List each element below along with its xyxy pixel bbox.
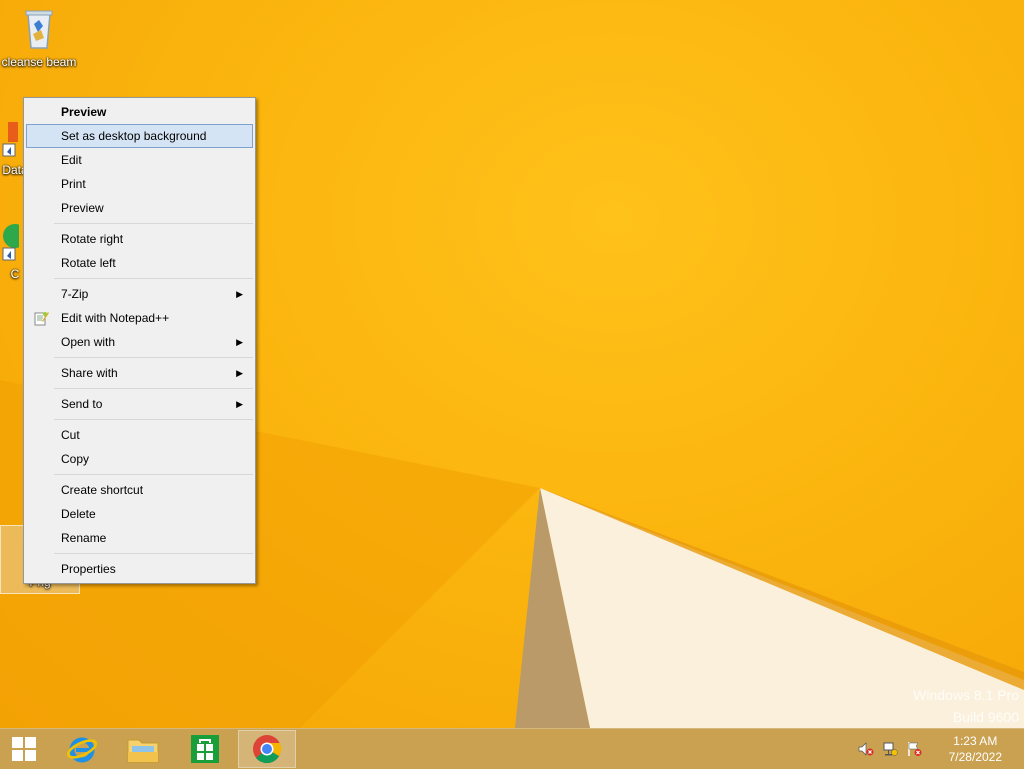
menu-item-send-to[interactable]: Send to ▶ — [26, 392, 253, 416]
submenu-arrow-icon: ▶ — [236, 399, 243, 409]
internet-explorer-icon — [66, 737, 98, 763]
system-tray: 1:23 AM 7/28/2022 — [854, 729, 1024, 769]
menu-item-label: Rotate left — [61, 256, 116, 270]
menu-item-label: Edit — [61, 153, 82, 167]
menu-separator — [54, 388, 253, 389]
submenu-arrow-icon: ▶ — [236, 368, 243, 378]
menu-item-properties[interactable]: Properties — [26, 557, 253, 581]
menu-item-label: Rename — [61, 531, 107, 545]
menu-item-label: Send to — [61, 397, 103, 411]
context-menu: Preview Set as desktop background Edit P… — [23, 97, 256, 584]
notepad-plus-plus-icon — [34, 312, 49, 326]
menu-separator — [54, 553, 253, 554]
menu-item-open-with[interactable]: Open with ▶ — [26, 330, 253, 354]
menu-separator — [54, 278, 253, 279]
menu-item-label: 7-Zip — [61, 287, 89, 301]
file-icon — [2, 122, 18, 157]
menu-item-rotate-right[interactable]: Rotate right — [26, 227, 253, 251]
menu-item-7zip[interactable]: 7-Zip ▶ — [26, 282, 253, 306]
menu-item-share-with[interactable]: Share with ▶ — [26, 361, 253, 385]
menu-item-rotate-left[interactable]: Rotate left — [26, 251, 253, 275]
start-button[interactable] — [0, 730, 48, 768]
submenu-arrow-icon: ▶ — [236, 289, 243, 299]
store-icon — [191, 735, 219, 763]
file-explorer-icon — [127, 739, 159, 763]
menu-item-copy[interactable]: Copy — [26, 447, 253, 471]
menu-item-preview-default[interactable]: Preview — [26, 100, 253, 124]
menu-item-create-shortcut[interactable]: Create shortcut — [26, 478, 253, 502]
taskbar-chrome[interactable] — [238, 730, 296, 768]
menu-separator — [54, 223, 253, 224]
watermark-build: Build 9600 — [952, 709, 1019, 725]
menu-item-label: Preview — [61, 105, 107, 119]
menu-item-label: Properties — [61, 562, 116, 576]
menu-item-label: Edit with Notepad++ — [61, 311, 170, 325]
menu-item-label: Copy — [61, 452, 90, 466]
menu-item-edit-with-notepad-plus-plus[interactable]: Edit with Notepad++ — [26, 306, 253, 330]
windows-watermark: Windows 8.1 Pro Build 9600 — [913, 684, 1019, 728]
taskbar: 1:23 AM 7/28/2022 — [0, 728, 1024, 769]
taskbar-store[interactable] — [177, 730, 233, 768]
menu-item-label: Preview — [61, 201, 104, 215]
taskbar-file-explorer[interactable] — [115, 730, 171, 768]
menu-item-label: Rotate right — [61, 232, 124, 246]
menu-item-preview[interactable]: Preview — [26, 196, 253, 220]
desktop-icon-recycle-bin[interactable]: cleanse beam — [0, 6, 78, 69]
submenu-arrow-icon: ▶ — [236, 337, 243, 347]
chrome-icon — [253, 735, 282, 764]
menu-item-label: Set as desktop background — [61, 129, 207, 143]
menu-item-rename[interactable]: Rename — [26, 526, 253, 550]
menu-item-label: Print — [61, 177, 86, 191]
clock-date: 7/28/2022 — [948, 750, 1002, 764]
menu-separator — [54, 474, 253, 475]
menu-item-label: Share with — [61, 366, 118, 380]
desktop-icon-label: cleanse beam — [1, 55, 77, 69]
menu-separator — [54, 419, 253, 420]
menu-item-label: Open with — [61, 335, 116, 349]
menu-item-print[interactable]: Print — [26, 172, 253, 196]
recycle-bin-icon — [25, 10, 53, 49]
taskbar-internet-explorer[interactable] — [54, 730, 110, 768]
taskbar-clock[interactable]: 1:23 AM 7/28/2022 — [949, 733, 1002, 765]
watermark-edition: Windows 8.1 Pro — [913, 687, 1019, 703]
chrome-shortcut-icon — [2, 224, 27, 261]
menu-item-cut[interactable]: Cut — [26, 423, 253, 447]
windows-logo-icon — [12, 737, 36, 761]
menu-item-label: Delete — [61, 507, 96, 521]
action-center-flag-icon[interactable] — [906, 741, 922, 757]
desktop: cleanse beam Data C Png Preview Set as d… — [0, 0, 1024, 728]
menu-item-label: Cut — [61, 428, 80, 442]
menu-item-edit[interactable]: Edit — [26, 148, 253, 172]
volume-muted-icon[interactable] — [858, 741, 874, 757]
clock-time: 1:23 AM — [953, 734, 998, 748]
network-icon[interactable] — [882, 741, 898, 757]
menu-item-delete[interactable]: Delete — [26, 502, 253, 526]
menu-item-set-as-desktop-background[interactable]: Set as desktop background — [26, 124, 253, 148]
menu-separator — [54, 357, 253, 358]
menu-item-label: Create shortcut — [61, 483, 144, 497]
